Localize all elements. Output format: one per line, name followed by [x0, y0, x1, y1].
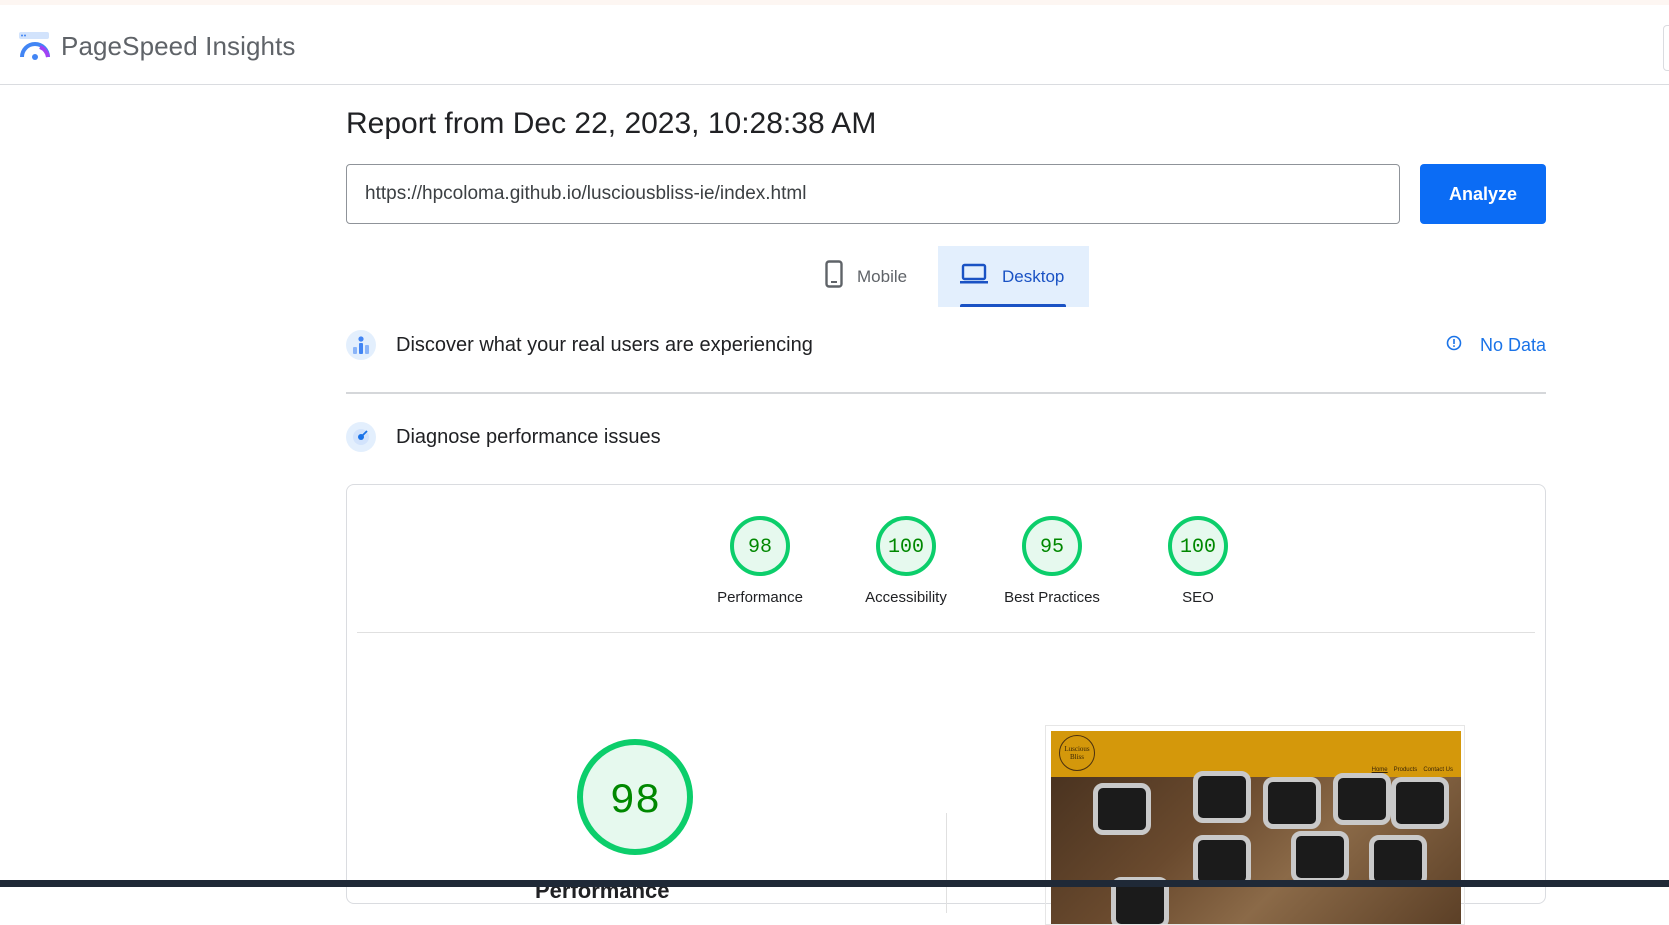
- info-icon: [1446, 335, 1462, 356]
- no-data-link[interactable]: No Data: [1446, 325, 1546, 365]
- tab-label: Desktop: [1002, 266, 1065, 286]
- gauge-target-icon: [346, 422, 376, 452]
- phone-icon: [825, 260, 843, 293]
- no-data-label: No Data: [1479, 334, 1546, 355]
- page-screenshot-thumbnail: Luscious Bliss Home Products Contact Us: [1045, 725, 1465, 925]
- score-value: 98: [748, 536, 772, 559]
- screenshot-cake-tray: [1193, 771, 1251, 823]
- main-performance-gauge: 98: [577, 739, 693, 855]
- diagnose-title: Diagnose performance issues: [396, 425, 661, 448]
- pagespeed-logo-icon[interactable]: [18, 29, 52, 63]
- main-score-value: 98: [610, 777, 660, 825]
- score-gauge-best-practices[interactable]: 95 Best Practices: [992, 515, 1112, 606]
- field-data-title: Discover what your real users are experi…: [396, 333, 813, 356]
- score-label: SEO: [1182, 589, 1214, 606]
- header-edge-control[interactable]: [1663, 25, 1669, 71]
- field-data-section: Discover what your real users are experi…: [346, 325, 1546, 365]
- screenshot-cake-tray: [1263, 777, 1321, 829]
- tab-active-indicator: [960, 304, 1066, 307]
- diagnose-section: Diagnose performance issues: [346, 417, 1546, 457]
- score-value: 95: [1040, 536, 1064, 559]
- score-label: Performance: [717, 589, 803, 606]
- url-input[interactable]: [346, 164, 1400, 224]
- laptop-icon: [960, 263, 988, 290]
- score-value: 100: [1180, 536, 1216, 559]
- section-divider: [346, 392, 1546, 394]
- score-gauge-seo[interactable]: 100 SEO: [1138, 515, 1258, 606]
- score-label: Best Practices: [1004, 589, 1100, 606]
- tab-label: Mobile: [857, 266, 908, 286]
- screenshot-cake-tray: [1333, 773, 1391, 825]
- app-header: PageSpeed Insights: [0, 5, 1669, 85]
- score-gauge-performance[interactable]: 98 Performance: [700, 515, 820, 606]
- analyze-button[interactable]: Analyze: [1420, 164, 1546, 224]
- lighthouse-scores-card: 98 Performance 100 Accessibility 95 Best…: [346, 484, 1546, 925]
- screenshot-nav-link: Products: [1393, 767, 1418, 773]
- screenshot-hero-image: [1051, 771, 1461, 924]
- tab-mobile[interactable]: Mobile: [817, 246, 939, 307]
- users-chart-icon: [346, 330, 376, 360]
- screenshot-cake-tray: [1391, 777, 1449, 829]
- os-taskbar: [0, 880, 1669, 887]
- brand-title[interactable]: PageSpeed Insights: [61, 31, 296, 62]
- card-divider: [357, 632, 1535, 633]
- score-label: Accessibility: [865, 589, 947, 606]
- screenshot-nav-link: Contact Us: [1423, 767, 1453, 773]
- screenshot-cake-tray: [1291, 831, 1349, 883]
- vertical-divider: [946, 813, 947, 913]
- screenshot-site-logo: Luscious Bliss: [1059, 735, 1095, 771]
- screenshot-nav-links: Home Products Contact Us: [1372, 767, 1453, 773]
- score-value: 100: [888, 536, 924, 559]
- score-gauge-accessibility[interactable]: 100 Accessibility: [846, 515, 966, 606]
- screenshot-cake-tray: [1093, 783, 1151, 835]
- tab-desktop[interactable]: Desktop: [938, 246, 1089, 307]
- report-title: Report from Dec 22, 2023, 10:28:38 AM: [346, 107, 877, 140]
- screenshot-site-navbar: Luscious Bliss Home Products Contact Us: [1051, 731, 1461, 777]
